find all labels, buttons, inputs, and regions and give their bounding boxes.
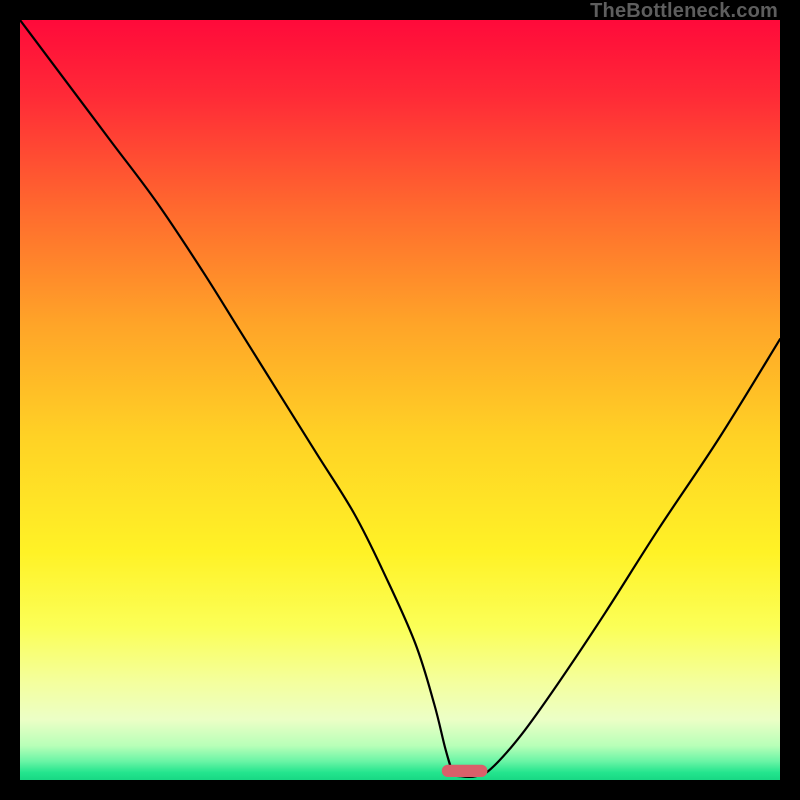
plot-area: [20, 20, 780, 780]
chart-svg: [20, 20, 780, 780]
chart-frame: TheBottleneck.com: [0, 0, 800, 800]
optimal-marker: [442, 765, 488, 777]
gradient-background: [20, 20, 780, 780]
